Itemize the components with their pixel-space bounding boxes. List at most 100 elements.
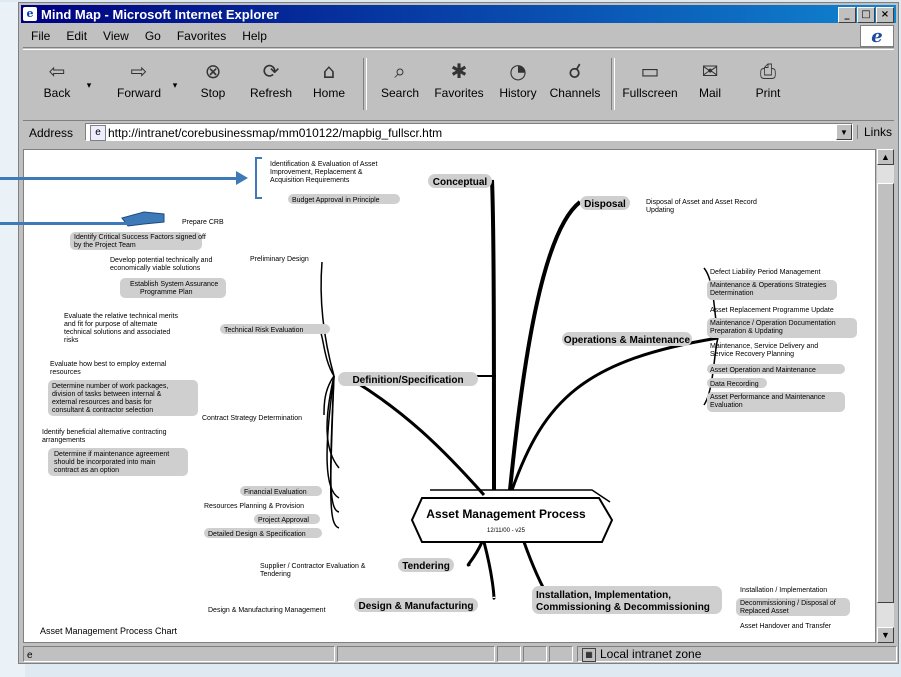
favorites-label: Favorites xyxy=(434,86,484,100)
back-button[interactable]: ⇦ Back xyxy=(37,56,77,100)
forward-arrow-icon: ⇨ xyxy=(130,59,148,83)
menu-go[interactable]: Go xyxy=(145,29,161,43)
menu-edit[interactable]: Edit xyxy=(66,29,87,43)
status-cell xyxy=(549,646,573,662)
pointing-hand-icon xyxy=(121,211,165,227)
center-subtitle: 12/11/00 - v25 xyxy=(487,528,526,534)
history-icon: ◔ xyxy=(509,59,527,83)
contract-item: should be incorporated into main xyxy=(54,459,156,466)
design-item: Design & Manufacturing Management xyxy=(208,607,326,614)
minimize-button[interactable]: _ xyxy=(838,7,856,23)
back-dropdown[interactable]: ▾ xyxy=(83,80,95,91)
contract-item: arrangements xyxy=(42,437,86,444)
contract-item: resources xyxy=(50,369,81,376)
center-node[interactable]: Asset Management Process 12/11/00 - v25 xyxy=(410,489,614,543)
home-label: Home xyxy=(312,86,345,100)
conceptual-item: Identification & Evaluation of Asset xyxy=(270,161,377,168)
address-input[interactable]: e http://intranet/corebusinessmap/mm0101… xyxy=(85,123,853,141)
contract-item: Identify beneficial alternative contract… xyxy=(42,429,167,436)
definition-other-item: Financial Evaluation xyxy=(244,489,307,496)
print-button[interactable]: ⎙ Print xyxy=(749,56,787,100)
ie-app-icon: e xyxy=(23,7,37,21)
branch-conceptual[interactable]: Conceptual xyxy=(428,174,492,188)
back-label: Back xyxy=(43,86,71,100)
fullscreen-button[interactable]: ▭ Fullscreen xyxy=(619,56,681,100)
status-text-cell: e xyxy=(23,646,335,662)
risk-item: and fit for purpose of alternate xyxy=(64,321,157,328)
annotation-bracket xyxy=(255,157,262,199)
forward-button[interactable]: ⇨ Forward xyxy=(111,56,167,100)
history-button[interactable]: ◔ History xyxy=(495,56,541,100)
maximize-button[interactable]: □ xyxy=(857,7,875,23)
prelim-item: economically viable solutions xyxy=(110,265,201,272)
search-label: Search xyxy=(380,86,420,100)
design-title: Design & Manufacturing xyxy=(358,601,473,612)
toolbar-separator xyxy=(363,58,367,110)
home-button[interactable]: ⌂ Home xyxy=(307,56,351,100)
prelim-item: Prepare CRB xyxy=(182,219,224,226)
scroll-thumb[interactable] xyxy=(877,183,894,603)
forward-dropdown[interactable]: ▾ xyxy=(169,80,181,91)
operations-item: Service Recovery Planning xyxy=(710,351,794,358)
search-button[interactable]: ⌕ Search xyxy=(375,56,425,100)
risk-evaluation-label: Technical Risk Evaluation xyxy=(224,327,303,334)
operations-item: Asset Operation and Maintenance xyxy=(710,367,816,374)
definition-title: Definition/Specification xyxy=(352,375,463,386)
risk-item: technical solutions and associated xyxy=(64,329,170,336)
history-label: History xyxy=(499,86,537,100)
branch-installation[interactable]: Installation, Implementation, Commission… xyxy=(532,586,722,614)
scroll-down-button[interactable]: ▼ xyxy=(877,627,894,643)
prelim-item: Programme Plan xyxy=(140,289,193,296)
status-progress-cell xyxy=(337,646,495,662)
prelim-item: by the Project Team xyxy=(74,242,136,249)
contract-item: consultant & contractor selection xyxy=(52,407,153,414)
operations-item: Evaluation xyxy=(710,402,743,409)
scroll-up-button[interactable]: ▲ xyxy=(877,149,894,165)
page-content: Asset Management Process 12/11/00 - v25 xyxy=(23,149,876,643)
branch-design[interactable]: Design & Manufacturing xyxy=(354,598,478,612)
close-button[interactable]: × xyxy=(876,7,894,23)
favorites-button[interactable]: ✱ Favorites xyxy=(431,56,487,100)
browser-window: e Mind Map - Microsoft Internet Explorer… xyxy=(18,2,899,664)
address-dropdown-button[interactable]: ▼ xyxy=(836,124,852,140)
refresh-label: Refresh xyxy=(249,86,293,100)
disposal-title: Disposal xyxy=(584,199,626,210)
channels-label: Channels xyxy=(549,86,601,100)
branch-disposal[interactable]: Disposal xyxy=(580,196,630,210)
vertical-scrollbar[interactable]: ▲ ▼ xyxy=(876,149,894,643)
channels-icon: ☌ xyxy=(568,59,582,83)
stop-button[interactable]: ⊗ Stop xyxy=(191,56,235,100)
home-icon: ⌂ xyxy=(322,59,336,83)
contract-strategy-label: Contract Strategy Determination xyxy=(202,415,302,422)
status-bar: e ▦ Local intranet zone xyxy=(23,645,897,663)
channels-button[interactable]: ☌ Channels xyxy=(547,56,603,100)
definition-subitems: Preliminary Design Prepare CRB Identify … xyxy=(42,219,330,538)
contract-item: Determine number of work packages, xyxy=(52,383,168,390)
tendering-item: Tendering xyxy=(260,571,291,578)
branch-definition[interactable]: Definition/Specification xyxy=(338,372,478,386)
menu-favorites[interactable]: Favorites xyxy=(177,29,226,43)
contract-item: Determine if maintenance agreement xyxy=(54,451,169,458)
menu-view[interactable]: View xyxy=(103,29,129,43)
window-title: Mind Map - Microsoft Internet Explorer xyxy=(41,6,279,22)
annotation-arrow-top xyxy=(0,177,240,180)
security-zone: ▦ Local intranet zone xyxy=(577,646,897,662)
forward-label: Forward xyxy=(116,86,161,100)
menu-help[interactable]: Help xyxy=(242,29,267,43)
title-bar[interactable]: e Mind Map - Microsoft Internet Explorer… xyxy=(21,5,896,23)
operations-item: Preparation & Updating xyxy=(710,328,783,335)
branch-operations[interactable]: Operations & Maintenance xyxy=(562,332,692,346)
refresh-button[interactable]: ⟳ Refresh xyxy=(245,56,297,100)
refresh-icon: ⟳ xyxy=(262,59,280,83)
definition-other-item: Resources Planning & Provision xyxy=(204,503,304,510)
prelim-item: Develop potential technically and xyxy=(110,257,212,264)
installation-title-line2: Commissioning & Decommissioning xyxy=(536,602,710,613)
conceptual-item: Budget Approval in Principle xyxy=(292,197,380,204)
risk-item: risks xyxy=(64,337,79,344)
menu-file[interactable]: File xyxy=(31,29,50,43)
menu-bar: File Edit View Go Favorites Help xyxy=(23,25,894,48)
definition-other-item: Project Approval xyxy=(258,517,309,524)
links-button[interactable]: Links xyxy=(856,125,892,139)
branch-tendering[interactable]: Tendering xyxy=(398,558,454,572)
mail-button[interactable]: ✉ Mail xyxy=(691,56,729,100)
